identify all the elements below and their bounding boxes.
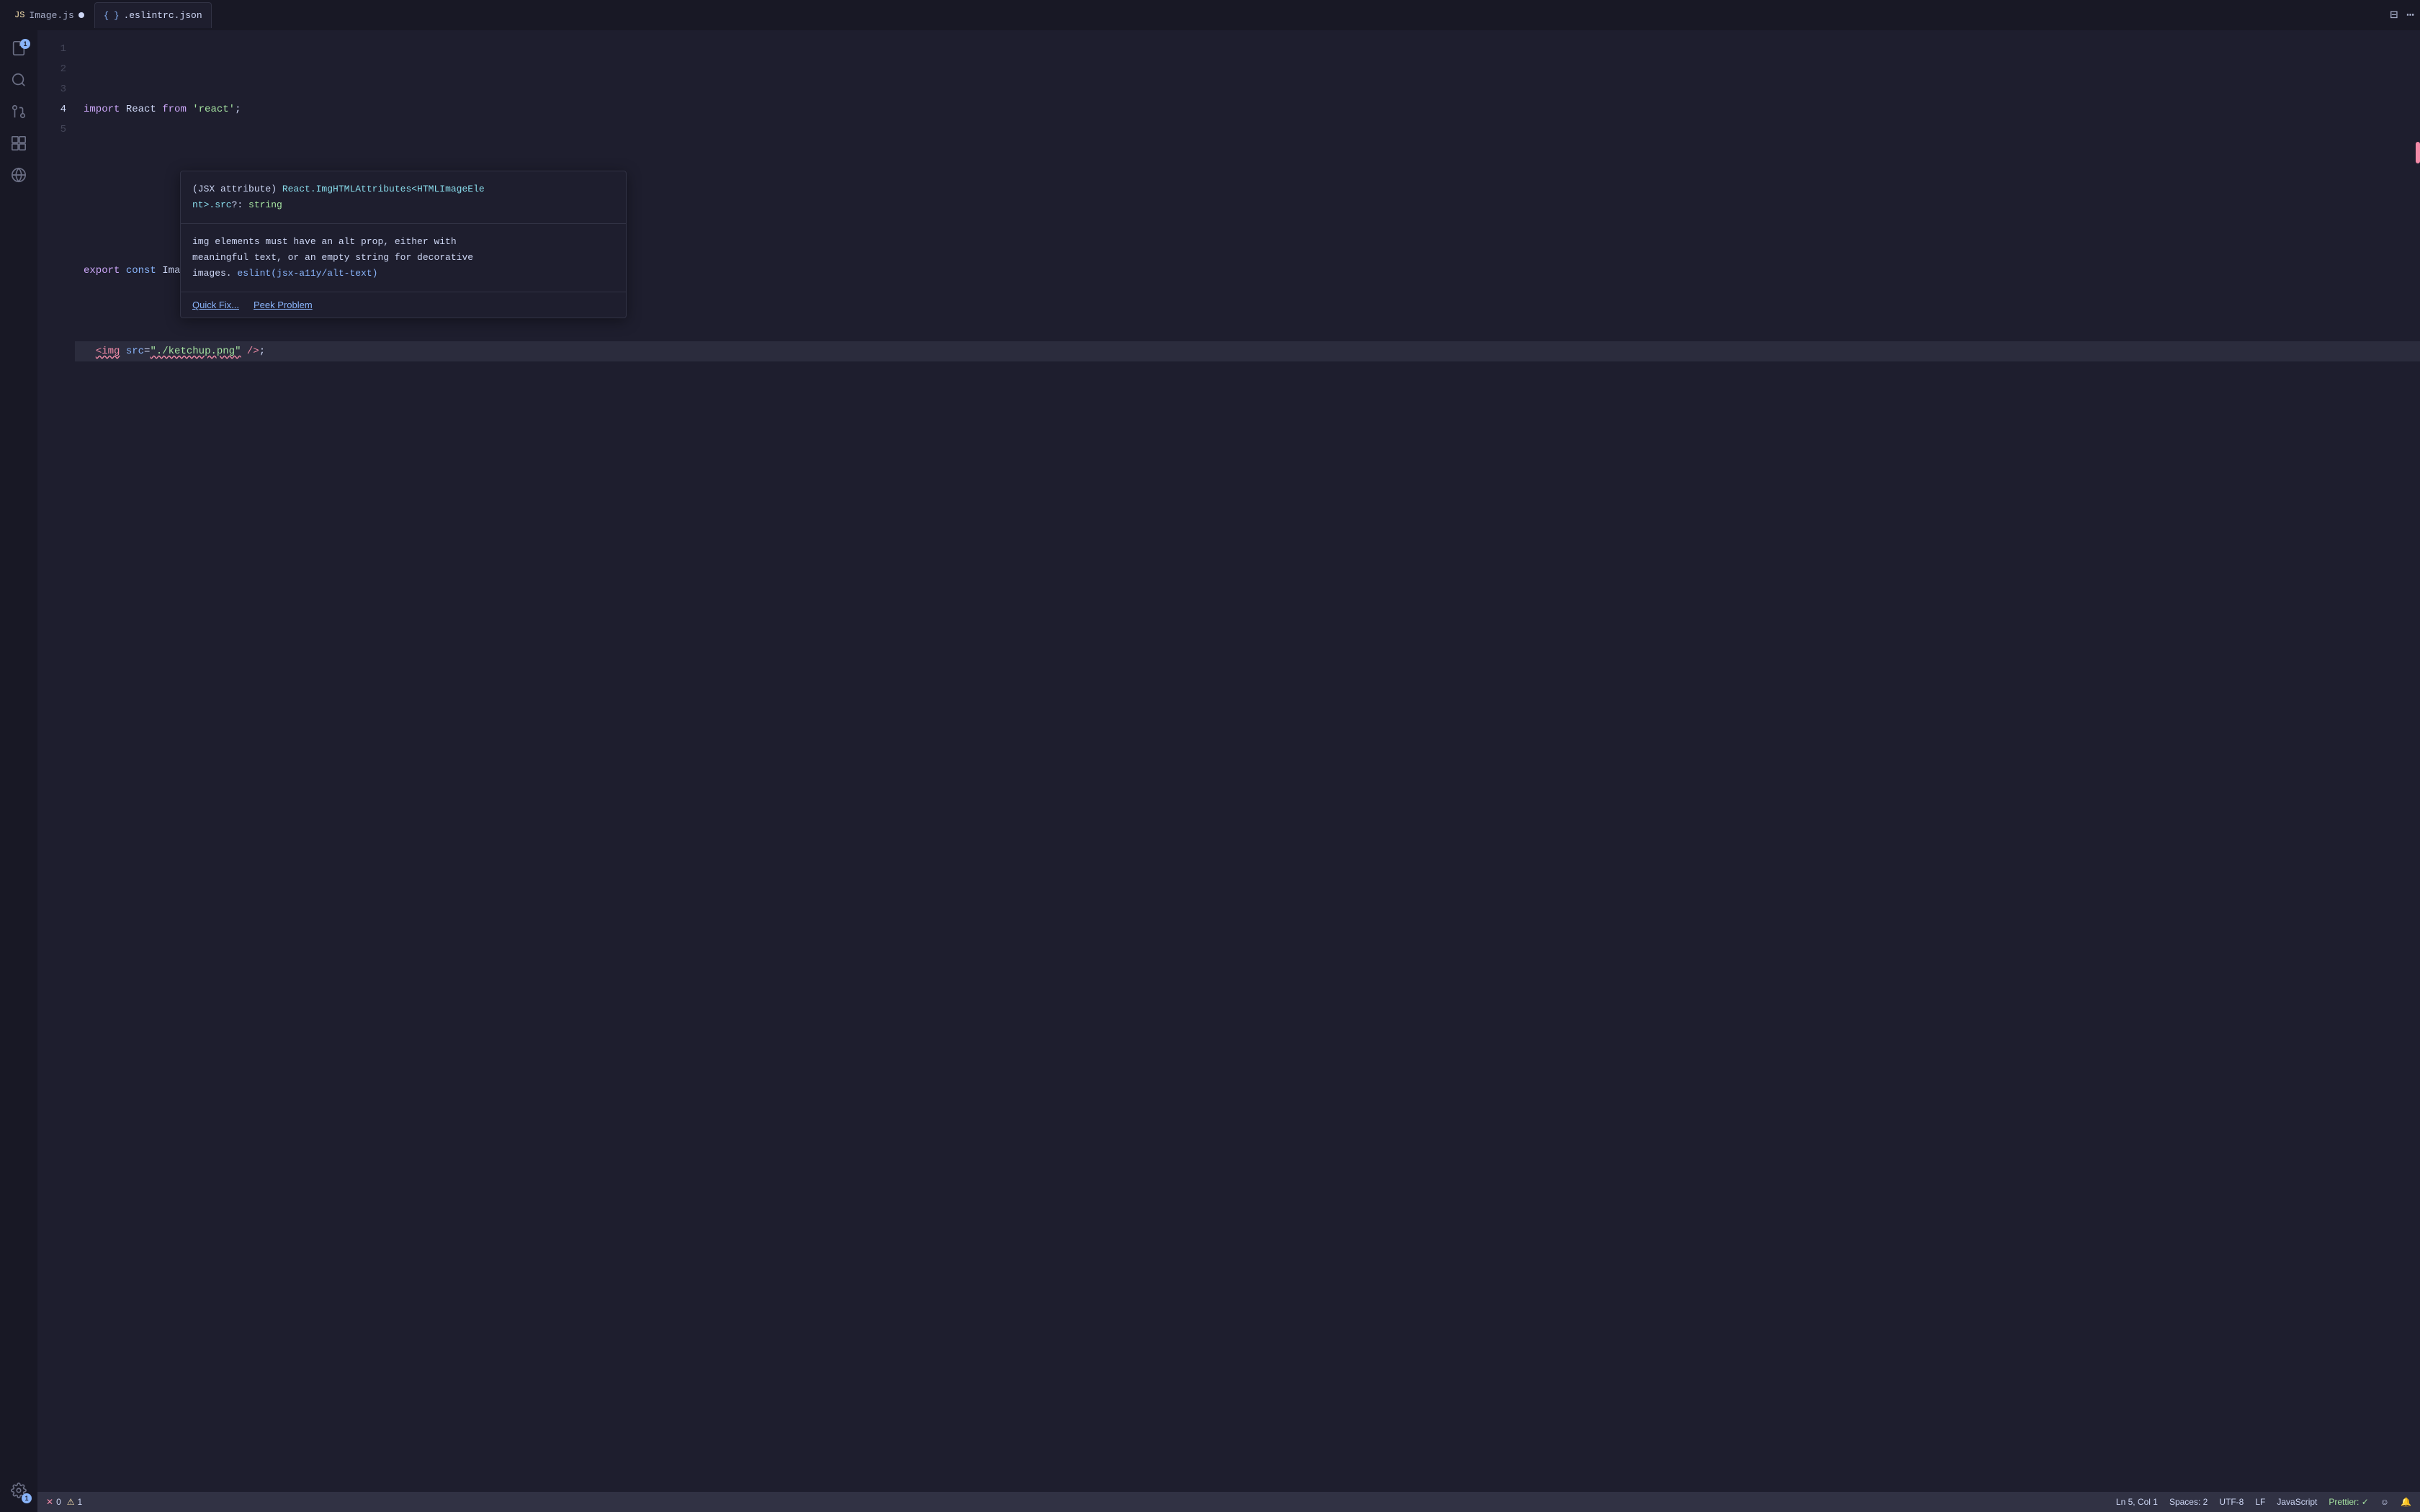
warning-icon: ⚠ [67,1497,75,1507]
hover-value-type: string [248,199,282,210]
tab-label-eslintrc: .eslintrc.json [123,10,202,21]
status-bar: ✕ 0 ⚠ 1 Ln 5, Col 1 Spaces: 2 UTF-8 LF J… [37,1492,2420,1512]
status-bell[interactable]: 🔔 [2401,1497,2411,1507]
error-icon: ✕ [46,1497,53,1507]
files-badge: 1 [20,39,30,49]
activity-settings[interactable]: 1 [4,1477,33,1506]
status-right: Ln 5, Col 1 Spaces: 2 UTF-8 LF JavaScrip… [2116,1497,2411,1507]
tab-image-js[interactable]: JS Image.js [6,2,93,28]
line-num-1: 1 [37,39,66,59]
keyword-import: import [84,104,120,115]
jsx-img-tag: <img [96,346,120,357]
status-spaces[interactable]: Spaces: 2 [2169,1497,2208,1507]
code-line-1: import React from 'react'; [75,99,2420,120]
editor-area: 1 2 3 4 5 import React from 'react'; exp… [37,30,2420,1512]
hover-jsx-label: (JSX attribute) [192,184,282,194]
tab-bar-actions: ⊟ ⋯ [2390,7,2414,23]
keyword-from: from [162,104,187,115]
activity-remote[interactable] [4,163,33,192]
string-react: 'react' [192,104,235,115]
json-file-icon: { } [104,11,120,21]
code-line-5 [75,422,2420,442]
status-prettier[interactable]: Prettier: ✓ [2329,1497,2368,1507]
activity-search[interactable] [4,68,33,96]
status-language[interactable]: JavaScript [2277,1497,2317,1507]
line-num-3: 3 [37,79,66,99]
jsx-close-tag: /> [241,346,259,357]
src-attr: src [126,346,144,357]
status-left: ✕ 0 ⚠ 1 [46,1497,82,1507]
status-smiley[interactable]: ☺ [2380,1497,2389,1507]
hover-actions: Quick Fix... Peek Problem [181,292,626,318]
scrollbar-accent [2416,142,2420,163]
js-file-icon: JS [14,10,24,20]
status-encoding[interactable]: UTF-8 [2219,1497,2244,1507]
activity-files[interactable]: 1 [4,36,33,65]
code-line-4: <img src="./ketchup.png" />; [75,341,2420,361]
line-num-2: 2 [37,59,66,79]
git-icon [11,104,27,125]
keyword-const: const [126,265,156,276]
peek-problem-button[interactable]: Peek Problem [254,300,313,310]
line-num-5: 5 [37,120,66,140]
line-numbers: 1 2 3 4 5 [37,30,75,1492]
remote-icon [11,167,27,188]
hover-eslint-section: img elements must have an alt prop, eith… [181,224,626,292]
tab-label-image-js: Image.js [29,10,73,21]
more-actions-icon[interactable]: ⋯ [2406,7,2414,23]
code-container: 1 2 3 4 5 import React from 'react'; exp… [37,30,2420,1492]
line-num-4: 4 [37,99,66,120]
activity-extensions[interactable] [4,131,33,160]
tab-eslintrc[interactable]: { } .eslintrc.json [94,2,212,28]
status-position[interactable]: Ln 5, Col 1 [2116,1497,2158,1507]
status-line-ending[interactable]: LF [2255,1497,2265,1507]
keyword-export: export [84,265,120,276]
settings-badge: 1 [22,1493,32,1503]
status-warnings[interactable]: ⚠ 1 [67,1497,82,1507]
status-errors[interactable]: ✕ 0 [46,1497,61,1507]
split-editor-icon[interactable]: ⊟ [2390,7,2398,23]
activity-source-control[interactable] [4,99,33,128]
tab-modified-dot [79,12,84,18]
hover-eslint-rule: eslint(jsx-a11y/alt-text) [237,268,377,279]
error-count: 0 [56,1497,61,1507]
extensions-icon [11,135,27,156]
hover-popup: (JSX attribute) React.ImgHTMLAttributes<… [180,171,627,318]
src-value: "./ketchup.png" [150,346,241,357]
search-icon [11,72,27,93]
warning-count: 1 [78,1497,83,1507]
quick-fix-button[interactable]: Quick Fix... [192,300,239,310]
main-layout: 1 [0,30,2420,1512]
activity-bar: 1 [0,30,37,1512]
hover-type-section: (JSX attribute) React.ImgHTMLAttributes<… [181,171,626,224]
tab-bar: JS Image.js { } .eslintrc.json ⊟ ⋯ [0,0,2420,30]
